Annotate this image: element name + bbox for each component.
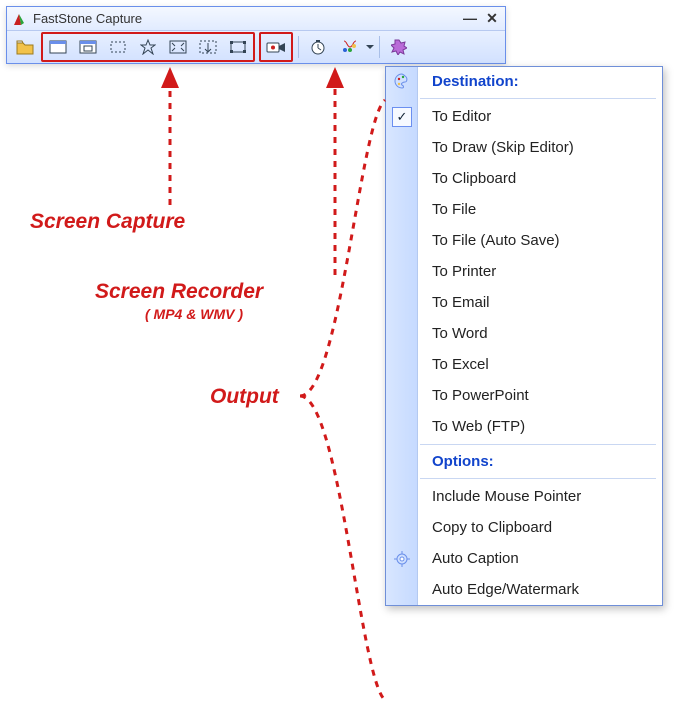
menu-item-label: To Web (FTP) bbox=[432, 418, 525, 435]
menu-item-to-editor[interactable]: ✓ To Editor bbox=[420, 101, 662, 132]
titlebar: FastStone Capture — ✕ bbox=[7, 7, 505, 31]
output-dropdown-button[interactable] bbox=[334, 34, 364, 60]
toolbar-separator bbox=[298, 36, 299, 58]
menu-item-to-web-ftp[interactable]: To Web (FTP) bbox=[420, 411, 662, 442]
screen-recorder-button[interactable] bbox=[262, 34, 290, 60]
menu-item-label: To Printer bbox=[432, 263, 496, 280]
menu-item-label: Include Mouse Pointer bbox=[432, 488, 581, 505]
menu-separator bbox=[420, 98, 656, 99]
annotation-screen-recorder: Screen Recorder bbox=[95, 280, 263, 304]
menu-item-label: To Clipboard bbox=[432, 170, 516, 187]
menu-item-to-printer[interactable]: To Printer bbox=[420, 256, 662, 287]
menu-item-label: Auto Edge/Watermark bbox=[432, 581, 579, 598]
options-header: Options: bbox=[420, 447, 662, 476]
menu-separator bbox=[420, 478, 656, 479]
menu-item-label: To Word bbox=[432, 325, 488, 342]
capture-active-window-button[interactable] bbox=[44, 34, 72, 60]
toolbar bbox=[7, 31, 505, 63]
destination-header: Destination: bbox=[420, 67, 662, 96]
annotation-screen-capture: Screen Capture bbox=[30, 210, 185, 234]
menu-item-label: To Email bbox=[432, 294, 490, 311]
recorder-group bbox=[259, 32, 293, 62]
menu-item-to-excel[interactable]: To Excel bbox=[420, 349, 662, 380]
output-dropdown-caret-icon[interactable] bbox=[366, 34, 374, 60]
menu-item-to-word[interactable]: To Word bbox=[420, 318, 662, 349]
close-button[interactable]: ✕ bbox=[483, 11, 501, 27]
capture-window-object-button[interactable] bbox=[74, 34, 102, 60]
capture-scrolling-button[interactable] bbox=[194, 34, 222, 60]
menu-item-label: To PowerPoint bbox=[432, 387, 529, 404]
capture-freehand-button[interactable] bbox=[134, 34, 162, 60]
menu-item-to-file-autosave[interactable]: To File (Auto Save) bbox=[420, 225, 662, 256]
menu-item-label: To File (Auto Save) bbox=[432, 232, 560, 249]
menu-item-copy-clipboard[interactable]: Copy to Clipboard bbox=[420, 512, 662, 543]
menu-item-auto-caption[interactable]: Auto Caption bbox=[420, 543, 662, 574]
menu-item-label: To File bbox=[432, 201, 476, 218]
annotation-recorder-sub: ( MP4 & WMV ) bbox=[145, 306, 243, 322]
menu-item-include-mouse[interactable]: Include Mouse Pointer bbox=[420, 481, 662, 512]
menu-item-to-file[interactable]: To File bbox=[420, 194, 662, 225]
toolbar-separator bbox=[379, 36, 380, 58]
menu-separator bbox=[420, 444, 656, 445]
check-icon: ✓ bbox=[392, 107, 412, 127]
annotation-output: Output bbox=[210, 385, 279, 409]
output-dropdown-menu: Destination: ✓ To Editor To Draw (Skip E… bbox=[385, 66, 663, 606]
settings-button[interactable] bbox=[385, 34, 413, 60]
menu-item-label: Copy to Clipboard bbox=[432, 519, 552, 536]
app-window: FastStone Capture — ✕ bbox=[6, 6, 506, 64]
delay-button[interactable] bbox=[304, 34, 332, 60]
menu-item-to-email[interactable]: To Email bbox=[420, 287, 662, 318]
menu-item-label: To Draw (Skip Editor) bbox=[432, 139, 574, 156]
minimize-button[interactable]: — bbox=[461, 11, 479, 27]
app-logo-icon bbox=[11, 11, 27, 27]
menu-item-to-powerpoint[interactable]: To PowerPoint bbox=[420, 380, 662, 411]
open-button[interactable] bbox=[11, 34, 39, 60]
capture-fixed-region-button[interactable] bbox=[224, 34, 252, 60]
menu-item-to-draw[interactable]: To Draw (Skip Editor) bbox=[420, 132, 662, 163]
capture-full-screen-button[interactable] bbox=[164, 34, 192, 60]
menu-item-label: To Excel bbox=[432, 356, 489, 373]
window-title: FastStone Capture bbox=[33, 11, 457, 26]
menu-item-auto-edge-watermark[interactable]: Auto Edge/Watermark bbox=[420, 574, 662, 605]
menu-item-to-clipboard[interactable]: To Clipboard bbox=[420, 163, 662, 194]
menu-item-label: To Editor bbox=[432, 108, 491, 125]
capture-tools-group bbox=[41, 32, 255, 62]
menu-item-label: Auto Caption bbox=[432, 550, 519, 567]
capture-rect-button[interactable] bbox=[104, 34, 132, 60]
